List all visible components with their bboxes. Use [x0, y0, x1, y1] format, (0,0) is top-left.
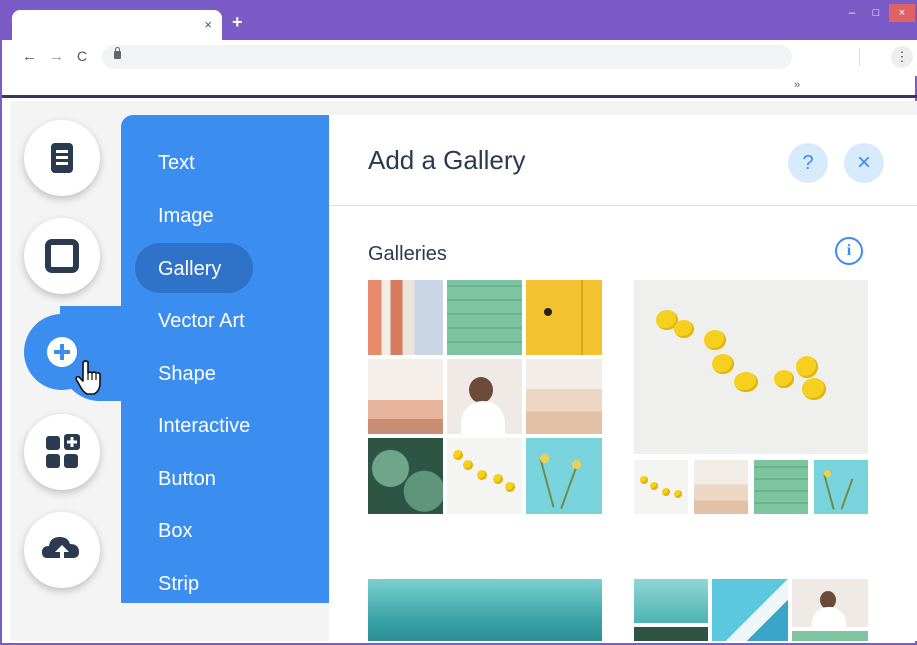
new-tab-button[interactable]: + [232, 12, 243, 33]
upload-button[interactable] [24, 512, 100, 588]
bookmarks-bar: » [2, 76, 917, 98]
gallery-thumb-woman [447, 359, 522, 434]
add-menu-panel: Text Image Gallery Vector Art Shape Inte… [121, 115, 329, 603]
panel-title: Add a Gallery [368, 145, 526, 175]
hand-cursor-icon [75, 360, 101, 395]
gallery-preset-grid[interactable] [368, 280, 602, 514]
browser-menu-icon[interactable]: ⋮ [891, 46, 913, 68]
menu-item-strip[interactable]: Strip [158, 573, 199, 596]
collage-thumb-architecture [712, 579, 788, 641]
window-close-button[interactable]: × [889, 4, 915, 22]
editor-page: Text Image Gallery Vector Art Shape Inte… [10, 101, 917, 641]
lock-icon [114, 47, 121, 59]
gallery-thumb-leaves [368, 438, 443, 514]
gallery-strip-desert [694, 460, 748, 514]
gallery-strip-lemons [634, 460, 688, 514]
browser-tab[interactable]: × [12, 10, 222, 40]
menu-item-interactive[interactable]: Interactive [158, 415, 250, 438]
menu-item-box[interactable]: Box [158, 520, 192, 543]
gallery-strip-green-wall [754, 460, 808, 514]
forward-icon[interactable]: → [49, 48, 64, 65]
gallery-thumb-flowers [526, 438, 602, 514]
menu-item-button[interactable]: Button [158, 468, 216, 491]
gallery-thumb-green-wall [447, 280, 522, 355]
gallery-preset-collage[interactable] [634, 579, 868, 641]
browser-window: × + – □ × ← → C ⋮ » Text Image Gallery V… [0, 0, 917, 645]
gallery-strip-flowers [814, 460, 868, 514]
menu-item-image[interactable]: Image [158, 205, 214, 228]
gallery-preset-full-width[interactable] [368, 579, 602, 641]
gallery-thumb-yellow-door [526, 280, 602, 355]
maximize-button[interactable]: □ [863, 4, 889, 22]
gallery-thumb-lemons [447, 438, 522, 514]
menu-item-gallery[interactable]: Gallery [158, 258, 221, 281]
background-icon [45, 239, 79, 273]
gallery-preset-slideshow[interactable] [634, 280, 868, 514]
collage-thumb-green [792, 631, 868, 641]
info-icon[interactable]: i [835, 237, 863, 265]
close-panel-button[interactable]: × [844, 143, 884, 183]
help-button[interactable]: ? [788, 143, 828, 183]
tab-close-icon[interactable]: × [204, 17, 212, 32]
menu-item-vector-art[interactable]: Vector Art [158, 310, 245, 333]
address-bar[interactable] [102, 45, 792, 69]
background-button[interactable] [24, 218, 100, 294]
gallery-thumb-building [368, 280, 443, 355]
collage-thumb-leaves [634, 627, 708, 641]
bookmarks-overflow-icon[interactable]: » [794, 79, 800, 91]
add-gallery-panel: Add a Gallery ? × Galleries i [329, 115, 917, 641]
collage-thumb-ocean [634, 579, 708, 623]
section-title: Galleries [368, 243, 447, 265]
panel-divider [329, 205, 917, 206]
back-icon[interactable]: ← [22, 48, 37, 65]
menu-item-text[interactable]: Text [158, 152, 195, 175]
pages-button[interactable] [24, 120, 100, 196]
collage-thumb-woman [792, 579, 868, 627]
pages-icon [51, 143, 73, 173]
tab-bar: × + – □ × [2, 0, 917, 40]
toolbar-divider [859, 48, 860, 66]
minimize-button[interactable]: – [839, 4, 865, 22]
gallery-thumb-street [368, 359, 443, 434]
upload-icon [42, 537, 79, 560]
reload-icon[interactable]: C [77, 48, 87, 64]
add-apps-icon [46, 434, 80, 468]
gallery-hero-lemons [634, 280, 868, 454]
gallery-thumb-desert [526, 359, 602, 434]
add-apps-button[interactable] [24, 414, 100, 490]
browser-toolbar: ← → C ⋮ [2, 40, 917, 76]
menu-item-shape[interactable]: Shape [158, 363, 216, 386]
